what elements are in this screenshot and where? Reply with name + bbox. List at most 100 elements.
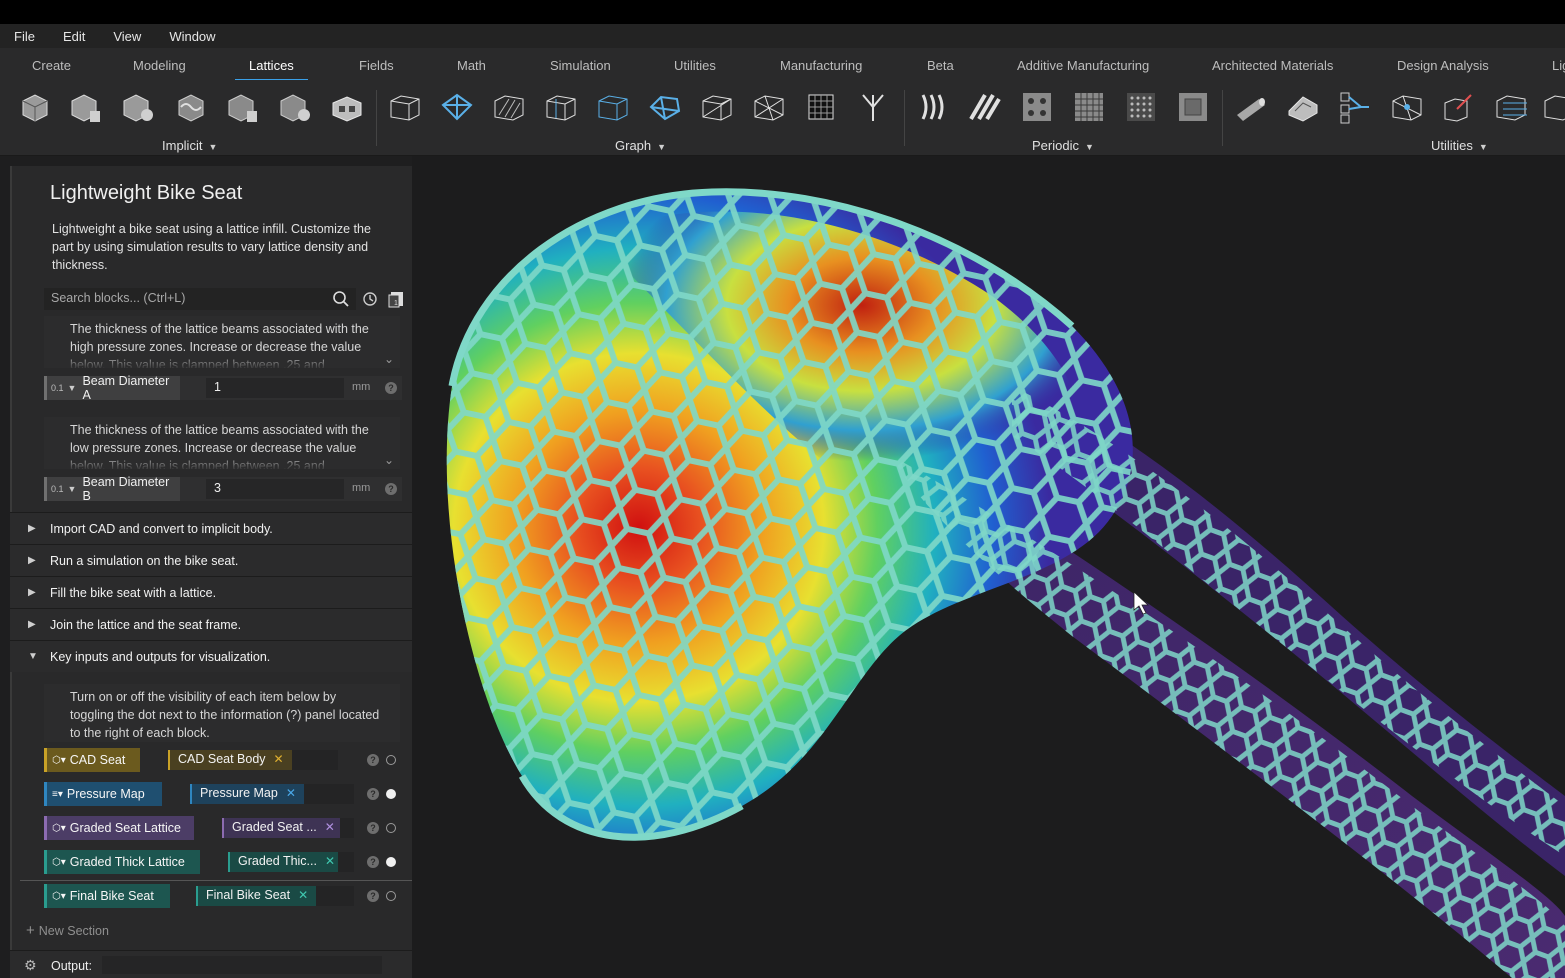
remove-icon[interactable]: ✕ (325, 854, 335, 868)
search-input[interactable]: Search blocks... (Ctrl+L) (44, 288, 356, 310)
output-tag[interactable]: Pressure Map ✕ (190, 784, 304, 804)
output-tag[interactable]: Graded Thic... ✕ (228, 852, 338, 872)
tab-utilities[interactable]: Utilities (666, 58, 724, 73)
group-utilities[interactable]: Utilities ▼ (1431, 138, 1488, 153)
svg-text:1: 1 (394, 300, 398, 307)
visibility-toggle[interactable] (386, 857, 396, 867)
block-chip[interactable]: ⬡▾ Graded Seat Lattice (44, 816, 194, 840)
expand-help-icon[interactable]: ⌄ (384, 352, 394, 366)
implicit-lattice-icon[interactable] (16, 88, 54, 126)
utility-lattice-box-icon[interactable] (1388, 88, 1426, 126)
block-chip[interactable]: ≡▾ Pressure Map (44, 782, 162, 806)
tab-design-analysis[interactable]: Design Analysis (1389, 58, 1497, 73)
periodic-dots-icon[interactable] (1018, 88, 1056, 126)
gear-icon[interactable]: ⚙ (24, 957, 37, 974)
graph-mesh-lattice-icon[interactable] (646, 88, 684, 126)
output-field[interactable] (102, 956, 382, 974)
menu-file[interactable]: File (14, 29, 35, 44)
search-icon[interactable] (332, 290, 350, 308)
block-chip[interactable]: ⬡▾ Final Bike Seat (44, 884, 170, 908)
group-periodic[interactable]: Periodic ▼ (1032, 138, 1094, 153)
graph-wire-lattice-icon[interactable] (698, 88, 736, 126)
vis-row-graded-thick-lattice: ⬡▾ Graded Thick Lattice Graded Thic... ✕ ? (44, 850, 402, 874)
graph-grid-lattice-icon[interactable] (802, 88, 840, 126)
tab-simulation[interactable]: Simulation (542, 58, 619, 73)
periodic-stripe-icon[interactable] (966, 88, 1004, 126)
utility-box-node-icon[interactable] (1440, 88, 1478, 126)
tab-create[interactable]: Create (24, 58, 79, 73)
periodic-grid-icon[interactable] (1070, 88, 1108, 126)
help-icon[interactable]: ? (367, 754, 379, 766)
tab-manufacturing[interactable]: Manufacturing (772, 58, 870, 73)
periodic-wave-icon[interactable] (914, 88, 952, 126)
divider (20, 880, 412, 881)
output-tag[interactable]: Final Bike Seat ✕ (196, 886, 317, 906)
visibility-toggle[interactable] (386, 789, 396, 799)
tab-more[interactable]: Lig (1544, 58, 1565, 73)
graph-cube-lattice-icon[interactable] (386, 88, 424, 126)
implicit-body-lattice-icon[interactable] (67, 88, 105, 126)
visibility-toggle[interactable] (386, 755, 396, 765)
tab-architected-materials[interactable]: Architected Materials (1204, 58, 1341, 73)
utility-lines-icon[interactable] (1492, 88, 1530, 126)
graph-random-lattice-icon[interactable] (750, 88, 788, 126)
menu-window[interactable]: Window (169, 29, 215, 44)
input-type-badge[interactable]: 0.1 ▼ Beam Diameter A (44, 374, 180, 402)
section-fill-lattice[interactable]: ▶ Fill the bike seat with a lattice. (10, 576, 412, 608)
utility-shell-icon[interactable] (1284, 88, 1322, 126)
tab-lattices[interactable]: Lattices (235, 58, 308, 80)
notebook-icon[interactable]: 1 (387, 290, 405, 308)
remove-icon[interactable]: ✕ (286, 786, 296, 800)
help-icon[interactable]: ? (367, 890, 379, 902)
3d-viewport[interactable] (412, 156, 1565, 978)
section-join-lattice[interactable]: ▶ Join the lattice and the seat frame. (10, 608, 412, 640)
implicit-block-icon[interactable] (328, 88, 366, 126)
block-chip[interactable]: ⬡▾ CAD Seat (44, 748, 140, 772)
graph-conformal-lattice-icon[interactable] (594, 88, 632, 126)
implicit-graded-lattice-icon[interactable] (276, 88, 314, 126)
graph-hatch-lattice-icon[interactable] (490, 88, 528, 126)
menu-view[interactable]: View (113, 29, 141, 44)
tab-math[interactable]: Math (449, 58, 494, 73)
tab-modeling[interactable]: Modeling (125, 58, 194, 73)
implicit-variable-lattice-icon[interactable] (224, 88, 262, 126)
output-tag[interactable]: CAD Seat Body ✕ (168, 750, 292, 770)
remove-icon[interactable]: ✕ (298, 888, 308, 902)
help-icon[interactable]: ? (385, 483, 397, 495)
periodic-tile-icon[interactable] (1174, 88, 1212, 126)
periodic-fine-dots-icon[interactable] (1122, 88, 1160, 126)
graph-surface-lattice-icon[interactable] (438, 88, 476, 126)
help-icon[interactable]: ? (367, 788, 379, 800)
implicit-wave-lattice-icon[interactable] (172, 88, 210, 126)
tab-additive-manufacturing[interactable]: Additive Manufacturing (1009, 58, 1157, 73)
remove-icon[interactable]: ✕ (325, 820, 335, 834)
group-implicit[interactable]: Implicit ▼ (162, 138, 217, 153)
graph-box-lattice-icon[interactable] (542, 88, 580, 126)
tab-beta[interactable]: Beta (919, 58, 962, 73)
utility-cylinder-icon[interactable] (1232, 88, 1270, 126)
tab-fields[interactable]: Fields (351, 58, 402, 73)
utility-graph-flow-icon[interactable] (1336, 88, 1374, 126)
new-section-button[interactable]: + New Section (26, 922, 109, 939)
expand-help-icon[interactable]: ⌄ (384, 453, 394, 467)
input-type-badge[interactable]: 0.1 ▼ Beam Diameter B (44, 475, 180, 503)
menu-edit[interactable]: Edit (63, 29, 85, 44)
help-icon[interactable]: ? (367, 856, 379, 868)
section-visualization[interactable]: ▼ Key inputs and outputs for visualizatio… (10, 640, 412, 672)
help-icon[interactable]: ? (385, 382, 397, 394)
refresh-icon[interactable] (361, 290, 379, 308)
help-icon[interactable]: ? (367, 822, 379, 834)
utility-more-icon[interactable] (1540, 88, 1565, 126)
output-tag[interactable]: Graded Seat ... ✕ (222, 818, 340, 838)
visibility-toggle[interactable] (386, 891, 396, 901)
beam-diameter-b-field[interactable]: 3 (206, 479, 344, 499)
visibility-toggle[interactable] (386, 823, 396, 833)
section-import-cad[interactable]: ▶ Import CAD and convert to implicit body… (10, 512, 412, 544)
graph-tree-icon[interactable] (854, 88, 892, 126)
beam-diameter-a-field[interactable]: 1 (206, 378, 344, 398)
group-graph[interactable]: Graph ▼ (615, 138, 666, 153)
block-chip[interactable]: ⬡▾ Graded Thick Lattice (44, 850, 200, 874)
implicit-sphere-lattice-icon[interactable] (119, 88, 157, 126)
section-run-simulation[interactable]: ▶ Run a simulation on the bike seat. (10, 544, 412, 576)
remove-icon[interactable]: ✕ (274, 752, 284, 766)
